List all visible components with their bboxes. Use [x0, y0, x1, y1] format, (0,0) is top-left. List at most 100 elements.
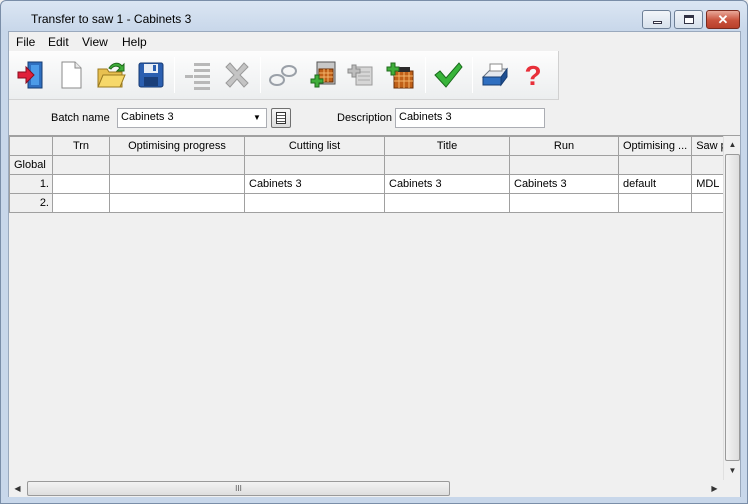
help-icon: ? [524, 60, 541, 91]
grid-cell[interactable]: Cabinets 3 [384, 174, 510, 194]
grid-corner-header[interactable] [9, 136, 53, 156]
add-stack-icon [386, 62, 414, 89]
remove-rows-icon [185, 63, 210, 90]
grid-cell[interactable] [109, 193, 245, 213]
menu-help[interactable]: Help [122, 35, 147, 49]
row-header[interactable]: Global [9, 155, 53, 175]
vertical-scroll-thumb[interactable] [725, 154, 740, 461]
help-button[interactable]: ? [515, 57, 551, 93]
delete-x-icon [225, 62, 249, 88]
new-button[interactable] [53, 57, 89, 93]
horizontal-scrollbar[interactable]: ◀ III ▶ [9, 480, 723, 497]
grid-cell[interactable] [509, 155, 619, 175]
grid-cell[interactable] [109, 155, 245, 175]
scrollbar-corner [723, 480, 740, 497]
column-header-optimising-parameters[interactable]: Optimising ... [617, 136, 693, 156]
maximize-button[interactable] [674, 10, 703, 29]
add-stack-button[interactable] [382, 57, 418, 93]
batch-filter-row: Batch name Cabinets 3 ▼ Description Cabi… [9, 105, 740, 131]
batch-name-combobox[interactable]: Cabinets 3 ▼ [117, 108, 267, 128]
vertical-scrollbar[interactable]: ▲ ▼ [723, 136, 740, 480]
batch-grid: Trn Optimising progress Cutting list Tit… [9, 135, 740, 497]
table-row[interactable]: 1. Cabinets 3 Cabinets 3 Cabinets 3 defa… [9, 174, 738, 194]
close-icon: ✕ [717, 12, 729, 27]
grid-cell[interactable] [109, 174, 245, 194]
batch-list-button[interactable] [271, 108, 291, 128]
print-button[interactable] [477, 57, 513, 93]
grid-cell[interactable] [384, 193, 510, 213]
menu-bar: File Edit View Help [9, 32, 740, 51]
row-header[interactable]: 2. [9, 193, 53, 213]
description-label: Description [337, 112, 393, 124]
column-header-trn[interactable]: Trn [52, 136, 110, 156]
scroll-left-icon[interactable]: ◀ [9, 480, 26, 497]
table-row[interactable]: 2. [9, 193, 738, 213]
grid-cell[interactable] [509, 193, 619, 213]
grid-cell[interactable]: Cabinets 3 [244, 174, 385, 194]
grid-cell[interactable] [52, 174, 110, 194]
client-area: File Edit View Help ? Batch name Cabinet… [8, 31, 741, 497]
scroll-down-icon[interactable]: ▼ [724, 462, 741, 479]
grid-cell[interactable] [52, 193, 110, 213]
app-window: Transfer to saw 1 - Cabinets 3 ✕ File Ed… [0, 0, 748, 504]
svg-text:?: ? [524, 60, 541, 91]
toolbar-separator [425, 57, 426, 93]
grid-header-row: Trn Optimising progress Cutting list Tit… [9, 136, 738, 156]
exit-icon [17, 61, 43, 89]
remove-rows-button[interactable] [180, 57, 216, 93]
batch-name-label: Batch name [51, 112, 110, 124]
check-icon [434, 62, 463, 88]
grid-cell[interactable] [52, 155, 110, 175]
minimize-icon [653, 21, 662, 24]
open-folder-icon [97, 62, 126, 88]
close-button[interactable]: ✕ [706, 10, 740, 29]
menu-edit[interactable]: Edit [48, 35, 69, 49]
confirm-button[interactable] [430, 57, 466, 93]
column-header-title[interactable]: Title [384, 136, 510, 156]
copy-batch-button[interactable] [342, 57, 378, 93]
link-chain-icon [269, 65, 297, 86]
grid-cell[interactable] [617, 155, 693, 175]
add-batch-icon [310, 61, 336, 88]
menu-view[interactable]: View [82, 35, 108, 49]
copy-batch-icon [347, 64, 373, 86]
delete-button[interactable] [219, 57, 255, 93]
column-header-optimising-progress[interactable]: Optimising progress [109, 136, 245, 156]
grid-cell[interactable] [617, 193, 693, 213]
menu-file[interactable]: File [16, 35, 35, 49]
open-button[interactable] [93, 57, 129, 93]
printer-icon [481, 63, 508, 87]
window-title: Transfer to saw 1 - Cabinets 3 [31, 12, 192, 26]
description-value: Cabinets 3 [399, 111, 452, 123]
description-field[interactable]: Cabinets 3 [395, 108, 545, 128]
table-row[interactable]: Global [9, 155, 738, 175]
toolbar-separator [260, 57, 261, 93]
horizontal-scroll-thumb[interactable]: III [27, 481, 450, 496]
grid-cell[interactable]: default [617, 174, 693, 194]
column-header-cutting-list[interactable]: Cutting list [244, 136, 385, 156]
scroll-right-icon[interactable]: ▶ [706, 480, 723, 497]
grid-table: Trn Optimising progress Cutting list Tit… [9, 136, 738, 213]
scroll-up-icon[interactable]: ▲ [724, 136, 741, 153]
link-button[interactable] [265, 57, 301, 93]
grid-cell[interactable] [244, 155, 385, 175]
new-document-icon [61, 61, 82, 89]
chevron-down-icon[interactable]: ▼ [250, 111, 264, 125]
minimize-button[interactable] [642, 10, 671, 29]
grid-cell[interactable]: Cabinets 3 [509, 174, 619, 194]
toolbar-separator [472, 57, 473, 93]
list-icon [276, 112, 286, 124]
maximize-icon [684, 15, 694, 24]
exit-button[interactable] [13, 57, 49, 93]
save-button[interactable] [133, 57, 169, 93]
batch-name-value: Cabinets 3 [121, 111, 174, 123]
toolbar-separator [174, 57, 175, 93]
toolbar: ? [9, 51, 559, 100]
title-bar[interactable]: Transfer to saw 1 - Cabinets 3 ✕ [1, 1, 747, 31]
row-header[interactable]: 1. [9, 174, 53, 194]
grid-cell[interactable] [244, 193, 385, 213]
add-batch-button[interactable] [304, 57, 340, 93]
save-disk-icon [138, 62, 164, 88]
column-header-run[interactable]: Run [509, 136, 619, 156]
grid-cell[interactable] [384, 155, 510, 175]
